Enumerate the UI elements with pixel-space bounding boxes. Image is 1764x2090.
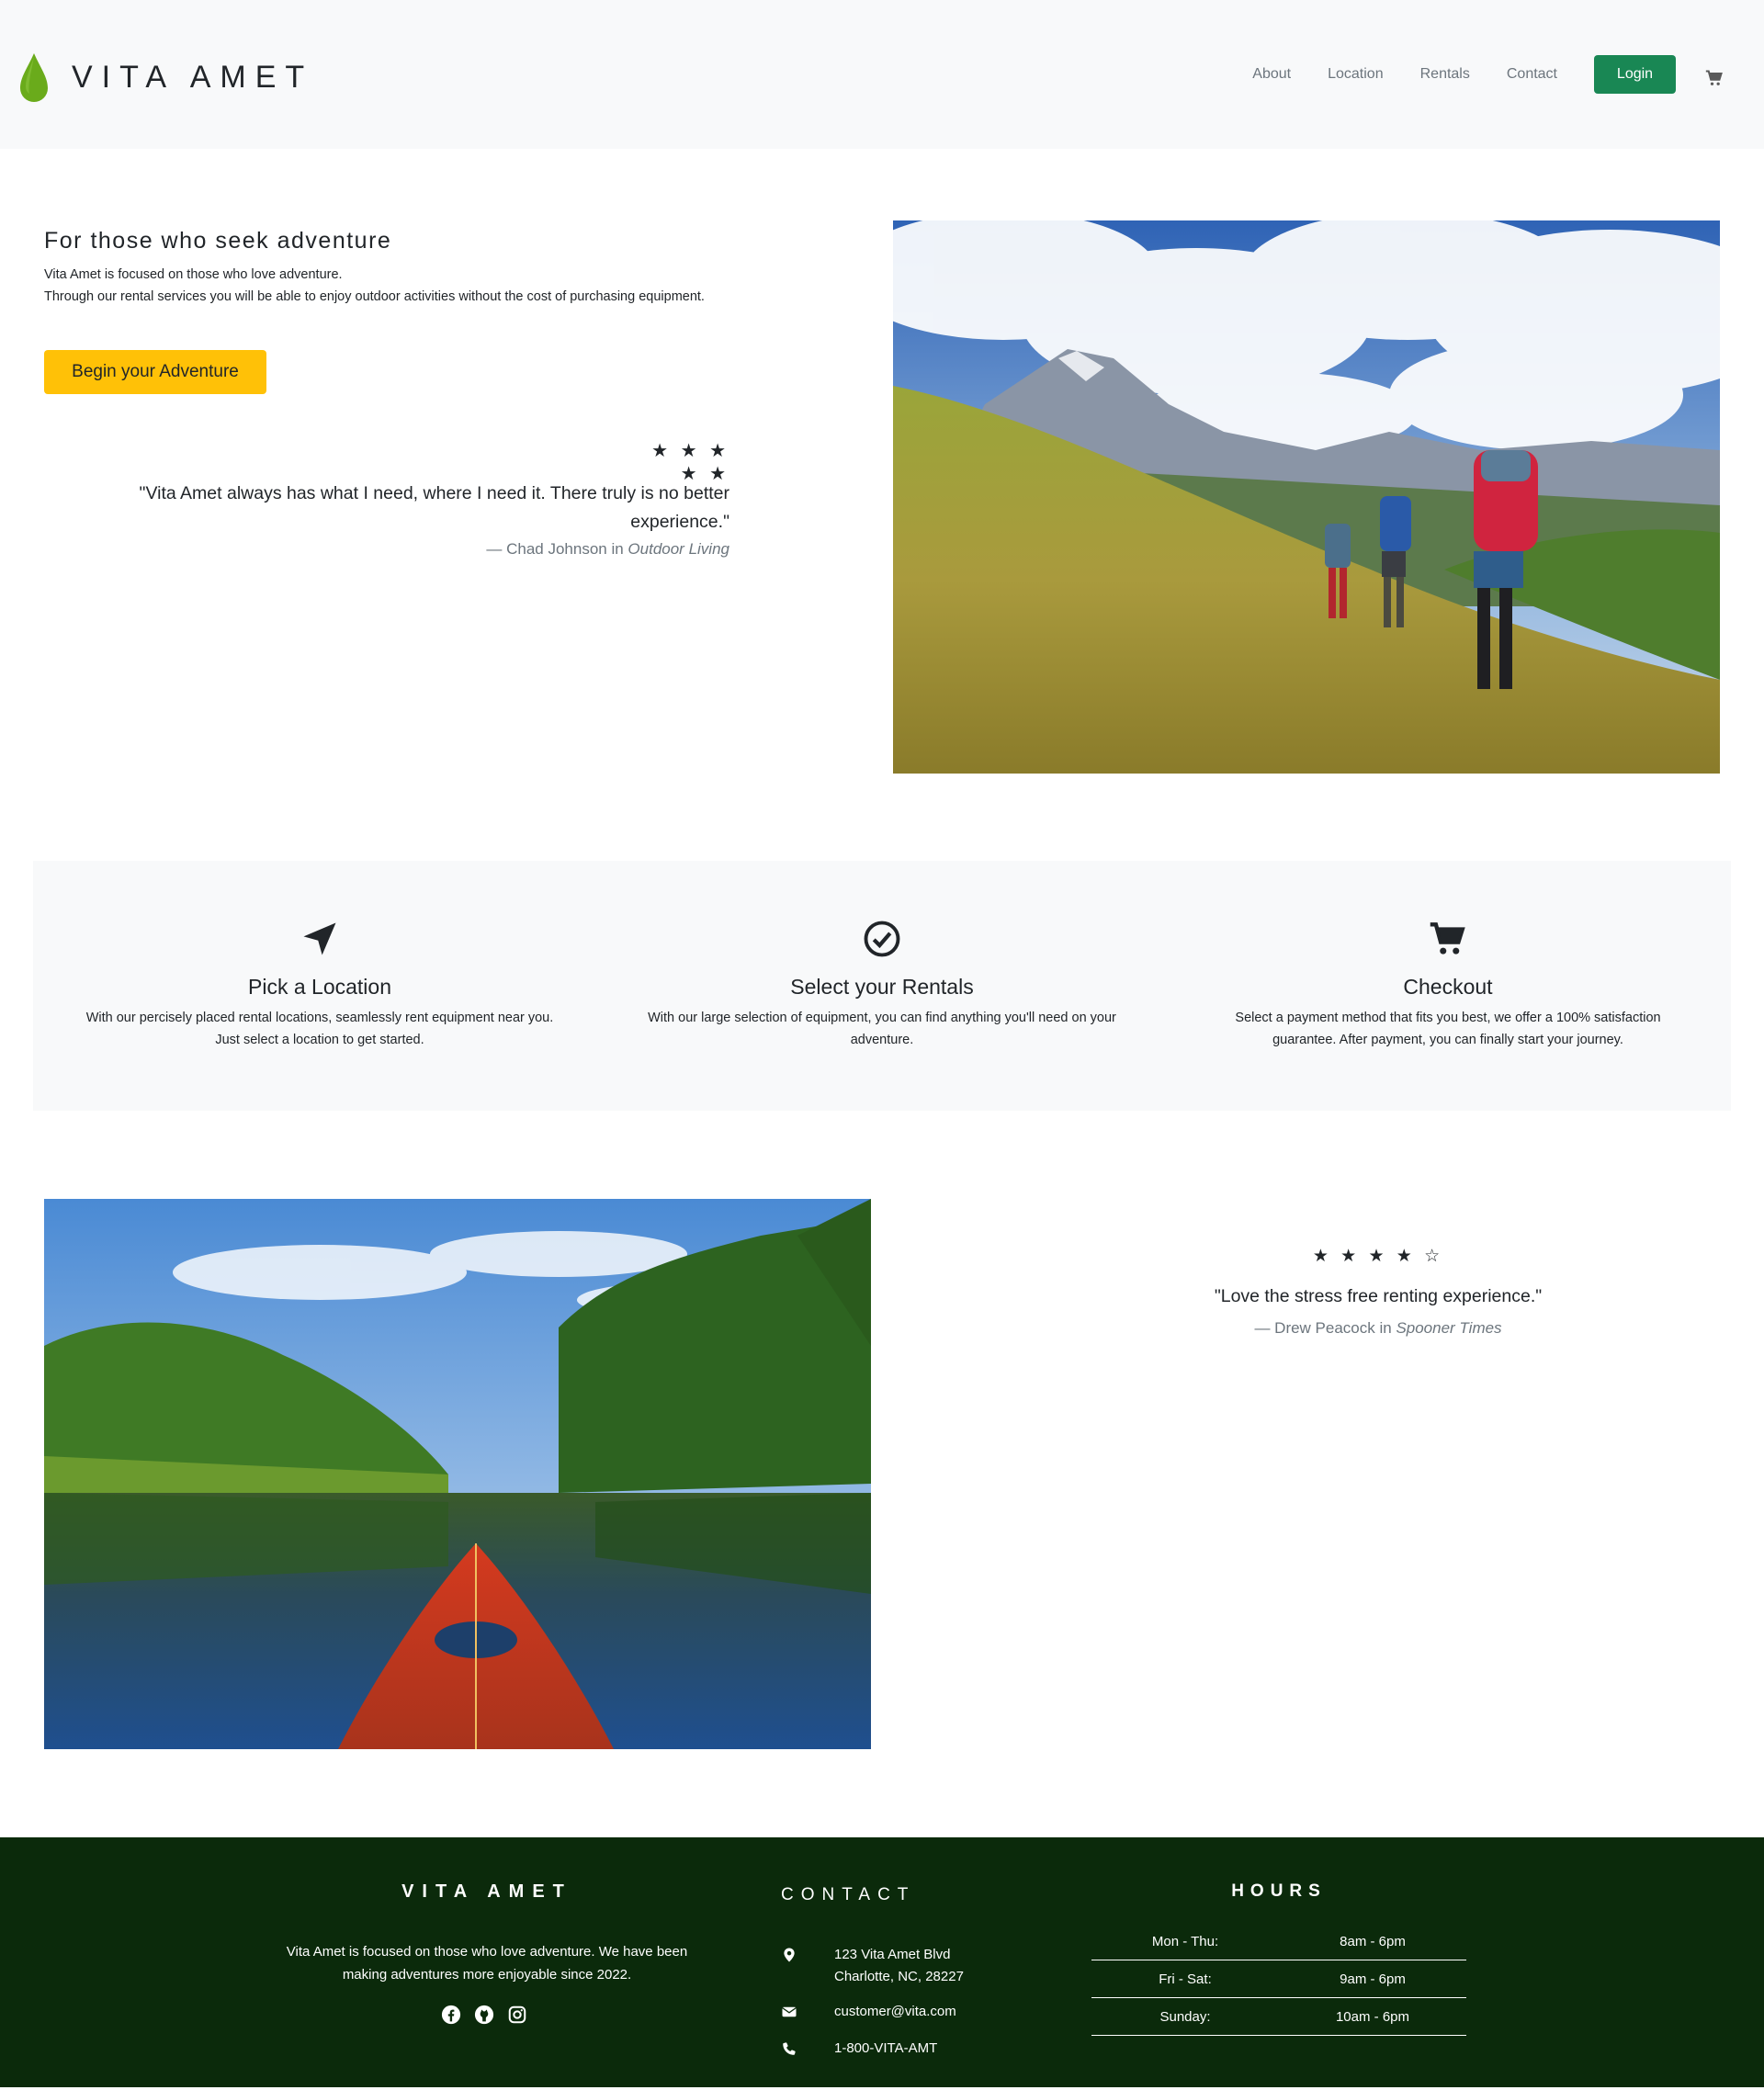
nav-link-location[interactable]: Location [1328,66,1384,83]
hours-time: 10am - 6pm [1335,2009,1410,2025]
hours-day: Mon - Thu: [1151,1934,1219,1949]
hours-time: 9am - 6pm [1340,1971,1406,1987]
brand-name: VITA AMET [72,59,314,95]
login-button[interactable]: Login [1594,55,1676,94]
hours-row: Sunday: 10am - 6pm [1091,1999,1466,2036]
cite-source: Outdoor Living [628,540,729,558]
cite-source: Spooner Times [1396,1319,1502,1337]
cart-icon [1430,922,1465,955]
step-desc: With our large selection of equipment, y… [648,1011,1116,1047]
contact-address: 123 Vita Amet Blvd Charlotte, NC, 28227 [781,1944,964,1988]
brand[interactable]: VITA AMET [18,51,313,103]
step-checkout: Checkout Select a payment method that fi… [1191,920,1705,1051]
how-it-works: Pick a Location With our percisely place… [33,861,1731,1111]
step-pick-location: Pick a Location With our percisely place… [62,920,577,1051]
nav-link-about[interactable]: About [1252,66,1291,83]
hero-title: For those who seek adventure [44,228,392,254]
step-desc: Select a payment method that fits you be… [1235,1011,1661,1047]
footer-brand: VITA AMET [401,1881,572,1902]
hours-day: Sunday: [1159,2009,1211,2025]
phone-icon [783,2042,796,2055]
address-line-1: 123 Vita Amet Blvd [834,1947,951,1962]
footer: VITA AMET Vita Amet is focused on those … [0,1837,1764,2087]
step-title: Select your Rentals [790,975,974,999]
hero-lead: Vita Amet is focused on those who love a… [44,264,733,308]
address-text: 123 Vita Amet Blvd Charlotte, NC, 28227 [834,1944,964,1988]
contact-heading: CONTACT [781,1885,916,1904]
location-arrow-icon [303,922,336,955]
cite-author: — Drew Peacock in [1254,1319,1396,1337]
map-marker-icon [784,1948,795,1962]
social-links [441,2005,527,2025]
step-title: Pick a Location [248,975,391,999]
hikers-image [893,220,1720,774]
testimonial-quote: "Love the stress free renting experience… [1214,1286,1543,1306]
droplet-logo-icon [20,53,48,102]
cart-icon[interactable] [1705,69,1724,87]
hero-lead-line-1: Vita Amet is focused on those who love a… [44,267,343,282]
hours-day: Fri - Sat: [1159,1971,1212,1987]
cite-author: — Chad Johnson in [486,540,628,558]
hero-lead-line-2: Through our rental services you will be … [44,289,705,304]
step-select-rentals: Select your Rentals With our large selec… [625,920,1139,1051]
envelope-icon [782,2006,797,2017]
nav-link-contact[interactable]: Contact [1507,66,1557,83]
step-desc: With our percisely placed rental locatio… [85,1011,554,1047]
kayak-image [44,1199,871,1749]
hours-time: 8am - 6pm [1340,1934,1406,1949]
step-title: Checkout [1403,975,1493,999]
begin-adventure-button[interactable]: Begin your Adventure [44,350,266,394]
nav-links: About Location Rentals Contact Login [1252,55,1764,94]
phone-text[interactable]: 1-800-VITA-AMT [834,2038,937,2060]
contact-email: customer@vita.com [781,2001,956,2023]
testimonial-cite: — Chad Johnson in Outdoor Living [110,540,729,559]
navbar: VITA AMET About Location Rentals Contact… [0,0,1764,149]
check-circle-icon [864,921,900,957]
rating-stars: ★ ★ ★ ★ ★ [651,441,729,484]
hours-row: Mon - Thu: 8am - 6pm [1091,1924,1466,1960]
testimonial-cite: — Drew Peacock in Spooner Times [1102,1319,1654,1338]
hours-heading: HOURS [1231,1881,1327,1901]
nav-link-rentals[interactable]: Rentals [1420,66,1470,83]
facebook-icon[interactable] [441,2005,461,2025]
github-icon[interactable] [474,2005,494,2025]
instagram-icon[interactable] [507,2005,527,2025]
footer-about: Vita Amet is focused on those who love a… [286,1944,688,1983]
hours-row: Fri - Sat: 9am - 6pm [1091,1961,1466,1998]
contact-phone: 1-800-VITA-AMT [781,2038,937,2060]
rating-stars: ★ ★ ★ ★ ☆ [1312,1247,1444,1266]
address-line-2: Charlotte, NC, 28227 [834,1969,964,1984]
testimonial-quote: "Vita Amet always has what I need, where… [139,483,729,532]
email-link[interactable]: customer@vita.com [834,2001,956,2023]
